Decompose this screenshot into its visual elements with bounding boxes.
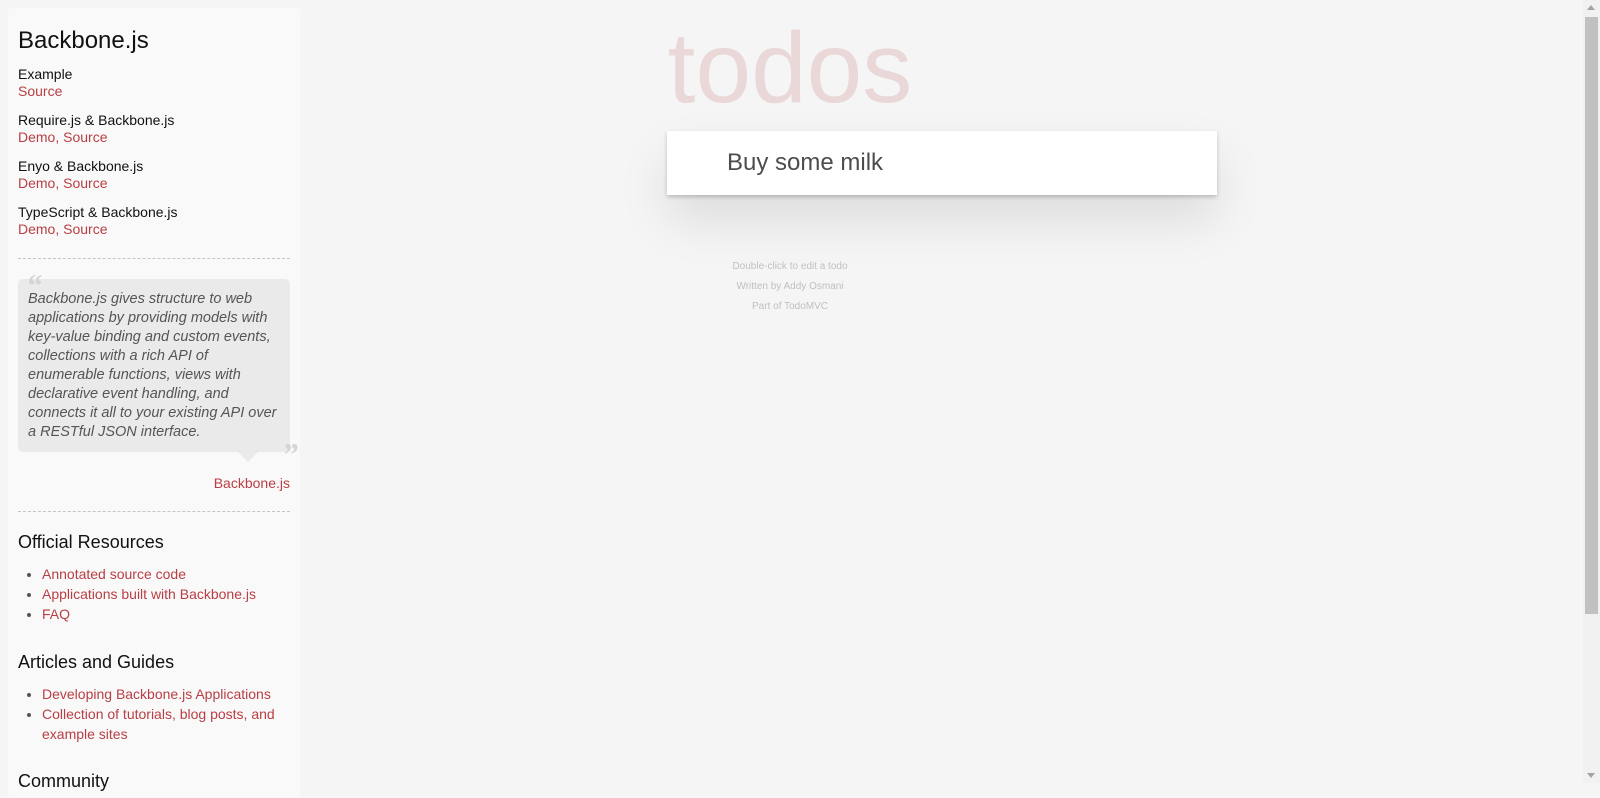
quote-footer: Backbone.js — [18, 475, 290, 491]
example-item: Enyo & Backbone.js Demo, Source — [18, 158, 290, 192]
example-links: Demo, Source — [18, 175, 108, 191]
info-part-of: Part of TodoMVC — [752, 301, 828, 312]
demo-link[interactable]: Demo — [18, 129, 55, 145]
list-item: Collection of tutorials, blog posts, and… — [42, 704, 290, 744]
quote-tail — [238, 452, 258, 462]
example-links: Demo, Source — [18, 221, 108, 237]
official-resources-heading: Official Resources — [18, 532, 164, 552]
tutorials-link[interactable]: Collection of tutorials, blog posts, and… — [42, 706, 275, 742]
applications-link[interactable]: Applications built with Backbone.js — [42, 586, 256, 602]
official-resources-list: Annotated source code Applications built… — [18, 564, 290, 624]
app-title: todos — [667, 12, 913, 124]
list-item: FAQ — [42, 604, 290, 624]
articles-heading: Articles and Guides — [18, 652, 175, 672]
info-footer: Double-click to edit a todo Written by A… — [0, 257, 1580, 317]
divider — [18, 511, 290, 512]
new-todo-container — [667, 131, 1217, 195]
scrollbar-thumb[interactable] — [1585, 17, 1598, 614]
vertical-scrollbar[interactable] — [1583, 0, 1600, 783]
articles-list: Developing Backbone.js Applications Coll… — [18, 684, 290, 744]
list-item: Developing Backbone.js Applications — [42, 684, 290, 704]
example-name: TypeScript & Backbone.js — [18, 204, 178, 220]
list-item: Applications built with Backbone.js — [42, 584, 290, 604]
scroll-up-arrow-icon[interactable] — [1587, 5, 1595, 10]
scroll-down-arrow-icon[interactable] — [1587, 773, 1595, 778]
source-link[interactable]: Source — [63, 129, 107, 145]
quote-source-link[interactable]: Backbone.js — [214, 475, 290, 491]
faq-link[interactable]: FAQ — [42, 606, 70, 622]
example-item: TypeScript & Backbone.js Demo, Source — [18, 204, 290, 238]
developing-apps-link[interactable]: Developing Backbone.js Applications — [42, 686, 271, 702]
source-link[interactable]: Source — [63, 221, 107, 237]
new-todo-input[interactable] — [667, 131, 1217, 195]
demo-link[interactable]: Demo — [18, 175, 55, 191]
list-item: Annotated source code — [42, 564, 290, 584]
info-edit-hint: Double-click to edit a todo — [732, 261, 848, 272]
demo-link[interactable]: Demo — [18, 221, 55, 237]
source-link[interactable]: Source — [63, 175, 107, 191]
close-quote-icon: ” — [282, 436, 298, 472]
community-heading: Community — [18, 771, 110, 791]
example-links: Demo, Source — [18, 129, 108, 145]
info-author: Written by Addy Osmani — [736, 281, 844, 292]
example-name: Enyo & Backbone.js — [18, 158, 144, 174]
annotated-source-link[interactable]: Annotated source code — [42, 566, 186, 582]
